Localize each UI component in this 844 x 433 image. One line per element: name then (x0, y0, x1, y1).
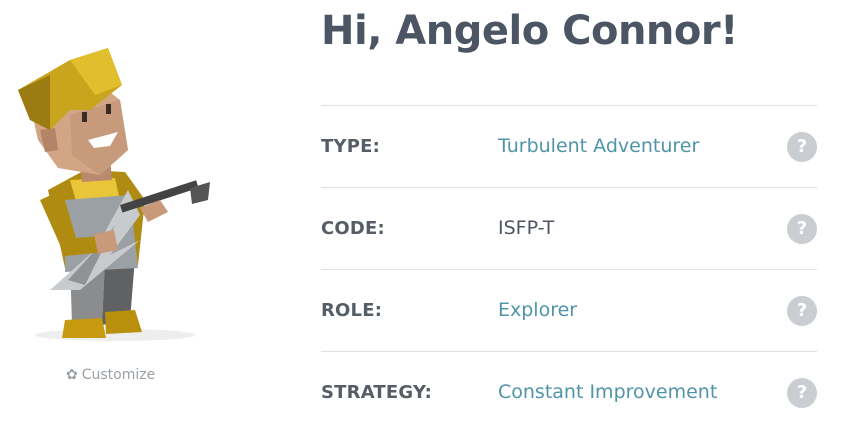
strategy-help-icon[interactable]: ? (787, 378, 817, 408)
page-title: Hi, Angelo Connor! (321, 8, 738, 54)
strategy-value-link[interactable]: Constant Improvement (498, 381, 717, 403)
role-value-link[interactable]: Explorer (498, 299, 577, 321)
strategy-row: STRATEGY: Constant Improvement ? (321, 351, 817, 433)
strategy-label: STRATEGY: (321, 382, 433, 403)
role-row: ROLE: Explorer ? (321, 269, 817, 351)
role-help-icon[interactable]: ? (787, 296, 817, 326)
personality-summary: TYPE: Turbulent Adventurer ? CODE: ISFP-… (321, 105, 817, 433)
avatar-panel: ✿ Customize (0, 0, 240, 426)
avatar (18, 48, 210, 341)
type-row: TYPE: Turbulent Adventurer ? (321, 105, 817, 187)
type-value-link[interactable]: Turbulent Adventurer (498, 135, 699, 157)
gear-icon: ✿ (66, 367, 78, 383)
customize-link[interactable]: ✿ Customize (66, 367, 155, 383)
code-help-icon[interactable]: ? (787, 214, 817, 244)
code-row: CODE: ISFP-T ? (321, 187, 817, 269)
customize-label: Customize (81, 367, 156, 383)
code-value: ISFP-T (498, 217, 555, 239)
code-label: CODE: (321, 218, 385, 239)
type-help-icon[interactable]: ? (787, 132, 817, 162)
type-label: TYPE: (321, 136, 380, 157)
role-label: ROLE: (321, 300, 383, 321)
